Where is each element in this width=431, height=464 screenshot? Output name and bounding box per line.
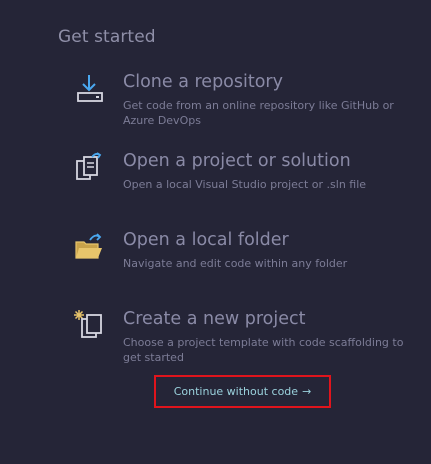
create-project-title: Create a new project [123,309,306,329]
get-started-panel: Get started Clone a repository Get code … [0,0,431,464]
open-folder-description: Navigate and edit code within any folder [123,257,348,270]
clone-repository-item[interactable]: Clone a repository Get code from an onli… [70,72,410,132]
open-project-icon [70,151,110,191]
arrow-right-icon: → [302,385,312,398]
clone-repository-title: Clone a repository [123,72,283,92]
continue-without-code-button[interactable]: Continue without code → [154,375,331,408]
create-project-description: Choose a project template with code scaf… [123,336,404,364]
clone-repository-description: Get code from an online repository like … [123,99,394,127]
continue-without-code-label[interactable]: Continue without code [174,385,298,398]
new-project-icon [70,309,110,349]
create-project-item[interactable]: Create a new project Choose a project te… [70,309,410,369]
section-heading: Get started [58,27,156,47]
download-icon [70,72,110,112]
open-project-title: Open a project or solution [123,151,351,171]
open-folder-item[interactable]: Open a local folder Navigate and edit co… [70,230,410,270]
open-project-description: Open a local Visual Studio project or .s… [123,178,367,191]
open-project-item[interactable]: Open a project or solution Open a local … [70,151,410,191]
open-folder-icon [70,230,110,270]
open-folder-title: Open a local folder [123,230,289,250]
